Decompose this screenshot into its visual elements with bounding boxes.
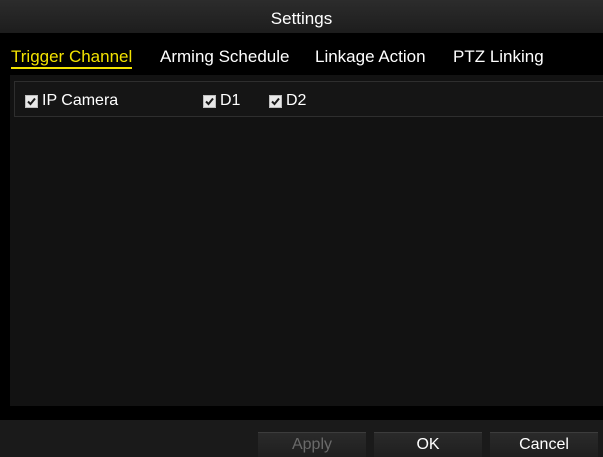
settings-dialog: Settings Trigger Channel Arming Schedule… [0, 0, 603, 457]
tab-trigger-channel[interactable]: Trigger Channel [11, 47, 133, 69]
channel-d1-checkbox[interactable]: D1 [203, 92, 240, 110]
trigger-channel-panel: IP Camera D1 D2 [10, 75, 603, 406]
tab-bar: Trigger Channel Arming Schedule Linkage … [0, 33, 603, 75]
checkbox-checked-icon [25, 94, 38, 108]
channel-d1-label: D1 [220, 92, 241, 109]
ip-camera-row: IP Camera D1 D2 [14, 81, 603, 117]
channel-d2-checkbox[interactable]: D2 [269, 92, 306, 110]
ip-camera-checkbox[interactable]: IP Camera [25, 92, 118, 110]
tab-label: Trigger Channel [11, 47, 133, 69]
checkbox-checked-icon [269, 94, 282, 108]
tab-ptz-linking[interactable]: PTZ Linking [453, 47, 544, 67]
tab-arming-schedule[interactable]: Arming Schedule [160, 47, 289, 67]
cancel-button[interactable]: Cancel [490, 432, 598, 457]
tab-label: PTZ Linking [453, 47, 544, 66]
checkbox-checked-icon [203, 94, 216, 108]
tab-label: Linkage Action [315, 47, 426, 66]
ok-button[interactable]: OK [374, 432, 482, 457]
title-bar: Settings [0, 0, 603, 33]
tab-label: Arming Schedule [160, 47, 290, 66]
dialog-title: Settings [270, 8, 333, 28]
ip-camera-label: IP Camera [42, 92, 119, 109]
apply-button[interactable]: Apply [258, 432, 366, 457]
channel-d2-label: D2 [286, 92, 307, 109]
footer-bar: Apply OK Cancel [0, 420, 603, 457]
tab-linkage-action[interactable]: Linkage Action [315, 47, 426, 67]
